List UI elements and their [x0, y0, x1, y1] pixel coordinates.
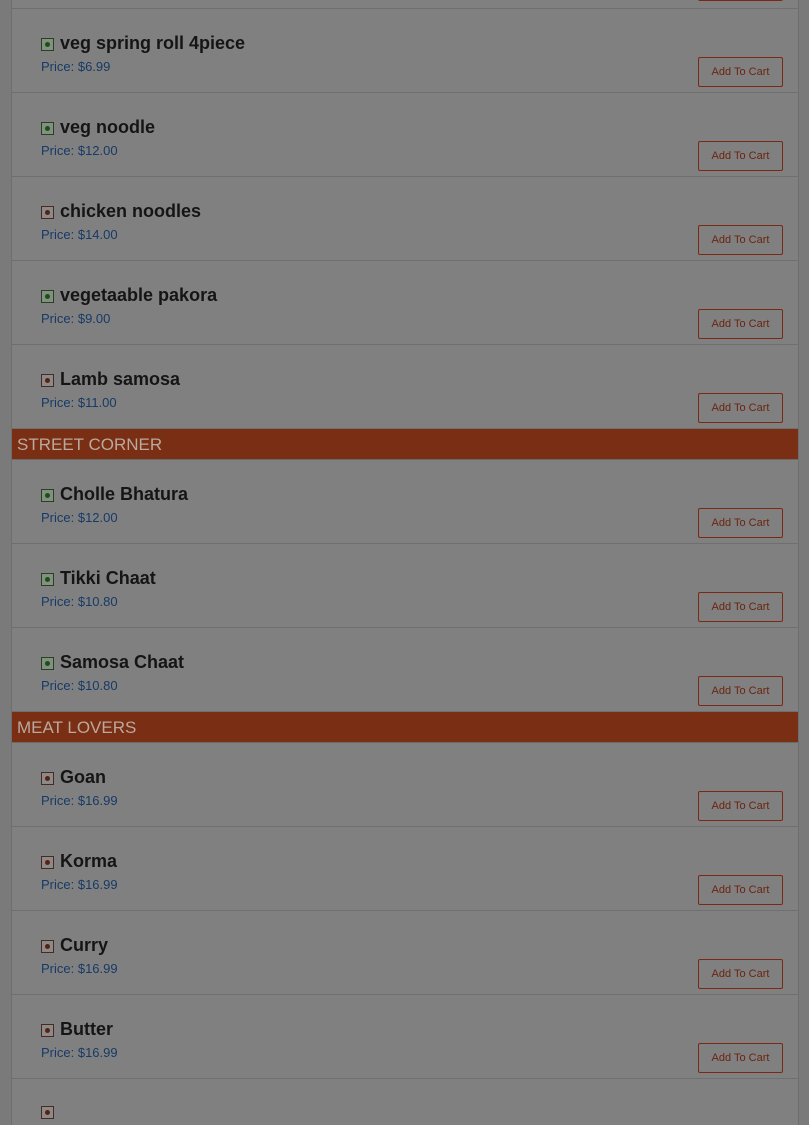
item-price: Price: $12.00 — [41, 143, 118, 158]
add-to-cart-button[interactable]: Add To Cart — [698, 57, 783, 87]
section-header-meat-lovers: MEAT LOVERS — [12, 712, 798, 743]
menu-item: chicken noodles Price: $14.00 Add To Car… — [12, 177, 798, 261]
next-menu-item-partial — [12, 1079, 798, 1119]
add-to-cart-button[interactable]: Add To Cart — [698, 1043, 783, 1073]
item-price: Price: $14.00 — [41, 227, 118, 242]
item-name: veg noodle — [60, 117, 156, 137]
non-veg-indicator-icon — [41, 856, 54, 869]
add-to-cart-button[interactable]: Add To Cart — [698, 309, 783, 339]
menu-item: veg noodle Price: $12.00 Add To Cart — [12, 93, 798, 177]
item-price: Price: $16.99 — [41, 961, 118, 976]
item-name: Cholle Bhatura — [60, 484, 189, 504]
menu-item: Curry Price: $16.99 Add To Cart — [12, 911, 798, 995]
item-name: veg spring roll 4piece — [60, 33, 246, 53]
item-name: Curry — [60, 935, 109, 955]
add-to-cart-button[interactable]: Add To Cart — [698, 875, 783, 905]
non-veg-indicator-icon — [41, 772, 54, 785]
menu-item: veg spring roll 4piece Price: $6.99 Add … — [12, 9, 798, 93]
add-to-cart-button[interactable]: Add To Cart — [698, 225, 783, 255]
item-price: Price: $12.00 — [41, 510, 118, 525]
non-veg-indicator-icon — [41, 206, 54, 219]
add-to-cart-button[interactable]: Add To Cart — [698, 592, 783, 622]
menu-item: Cholle Bhatura Price: $12.00 Add To Cart — [12, 460, 798, 544]
add-to-cart-button[interactable]: Add To Cart — [698, 141, 783, 171]
item-name: Korma — [60, 851, 118, 871]
add-to-cart-button[interactable]: Add To Cart — [698, 393, 783, 423]
item-name: vegetaable pakora — [60, 285, 218, 305]
veg-indicator-icon — [41, 38, 54, 51]
non-veg-indicator-icon — [41, 374, 54, 387]
menu-section: veg spring roll 4piece Price: $6.99 Add … — [12, 9, 798, 429]
item-name: Tikki Chaat — [60, 568, 156, 588]
veg-indicator-icon — [41, 657, 54, 670]
item-name: chicken noodles — [60, 201, 202, 221]
previous-menu-item-partial — [12, 0, 798, 9]
menu-page: veg spring roll 4piece Price: $6.99 Add … — [11, 0, 799, 1125]
item-name: Lamb samosa — [60, 369, 181, 389]
item-name: Goan — [60, 767, 107, 787]
item-price: Price: $10.80 — [41, 594, 118, 609]
item-price: Price: $6.99 — [41, 59, 111, 74]
menu-item: Lamb samosa Price: $11.00 Add To Cart — [12, 345, 798, 429]
non-veg-indicator-icon — [41, 1024, 54, 1037]
veg-indicator-icon — [41, 122, 54, 135]
menu-section: Cholle Bhatura Price: $12.00 Add To Cart… — [12, 460, 798, 712]
veg-indicator-icon — [41, 489, 54, 502]
item-name: Samosa Chaat — [60, 652, 185, 672]
menu-item: Korma Price: $16.99 Add To Cart — [12, 827, 798, 911]
menu-item: vegetaable pakora Price: $9.00 Add To Ca… — [12, 261, 798, 345]
veg-indicator-icon — [41, 573, 54, 586]
menu-item: Samosa Chaat Price: $10.80 Add To Cart — [12, 628, 798, 712]
non-veg-indicator-icon — [41, 1106, 54, 1119]
menu-item: Goan Price: $16.99 Add To Cart — [12, 743, 798, 827]
menu-section: Goan Price: $16.99 Add To Cart Korma Pri… — [12, 743, 798, 1119]
item-price: Price: $10.80 — [41, 678, 118, 693]
menu-item: Tikki Chaat Price: $10.80 Add To Cart — [12, 544, 798, 628]
item-price: Price: $11.00 — [41, 395, 117, 410]
add-to-cart-button[interactable]: Add To Cart — [698, 676, 783, 706]
item-price: Price: $16.99 — [41, 877, 118, 892]
add-to-cart-button[interactable]: Add To Cart — [698, 959, 783, 989]
item-price: Price: $16.99 — [41, 1045, 118, 1060]
add-to-cart-button[interactable]: Add To Cart — [698, 791, 783, 821]
item-name: Butter — [60, 1019, 113, 1039]
section-header-street-corner: STREET CORNER — [12, 429, 798, 460]
menu-item: Butter Price: $16.99 Add To Cart — [12, 995, 798, 1079]
item-price: Price: $9.00 — [41, 311, 111, 326]
add-to-cart-button[interactable]: Add To Cart — [698, 508, 783, 538]
item-price: Price: $16.99 — [41, 793, 118, 808]
add-to-cart-button-partial[interactable] — [698, 0, 783, 1]
veg-indicator-icon — [41, 290, 54, 303]
non-veg-indicator-icon — [41, 940, 54, 953]
